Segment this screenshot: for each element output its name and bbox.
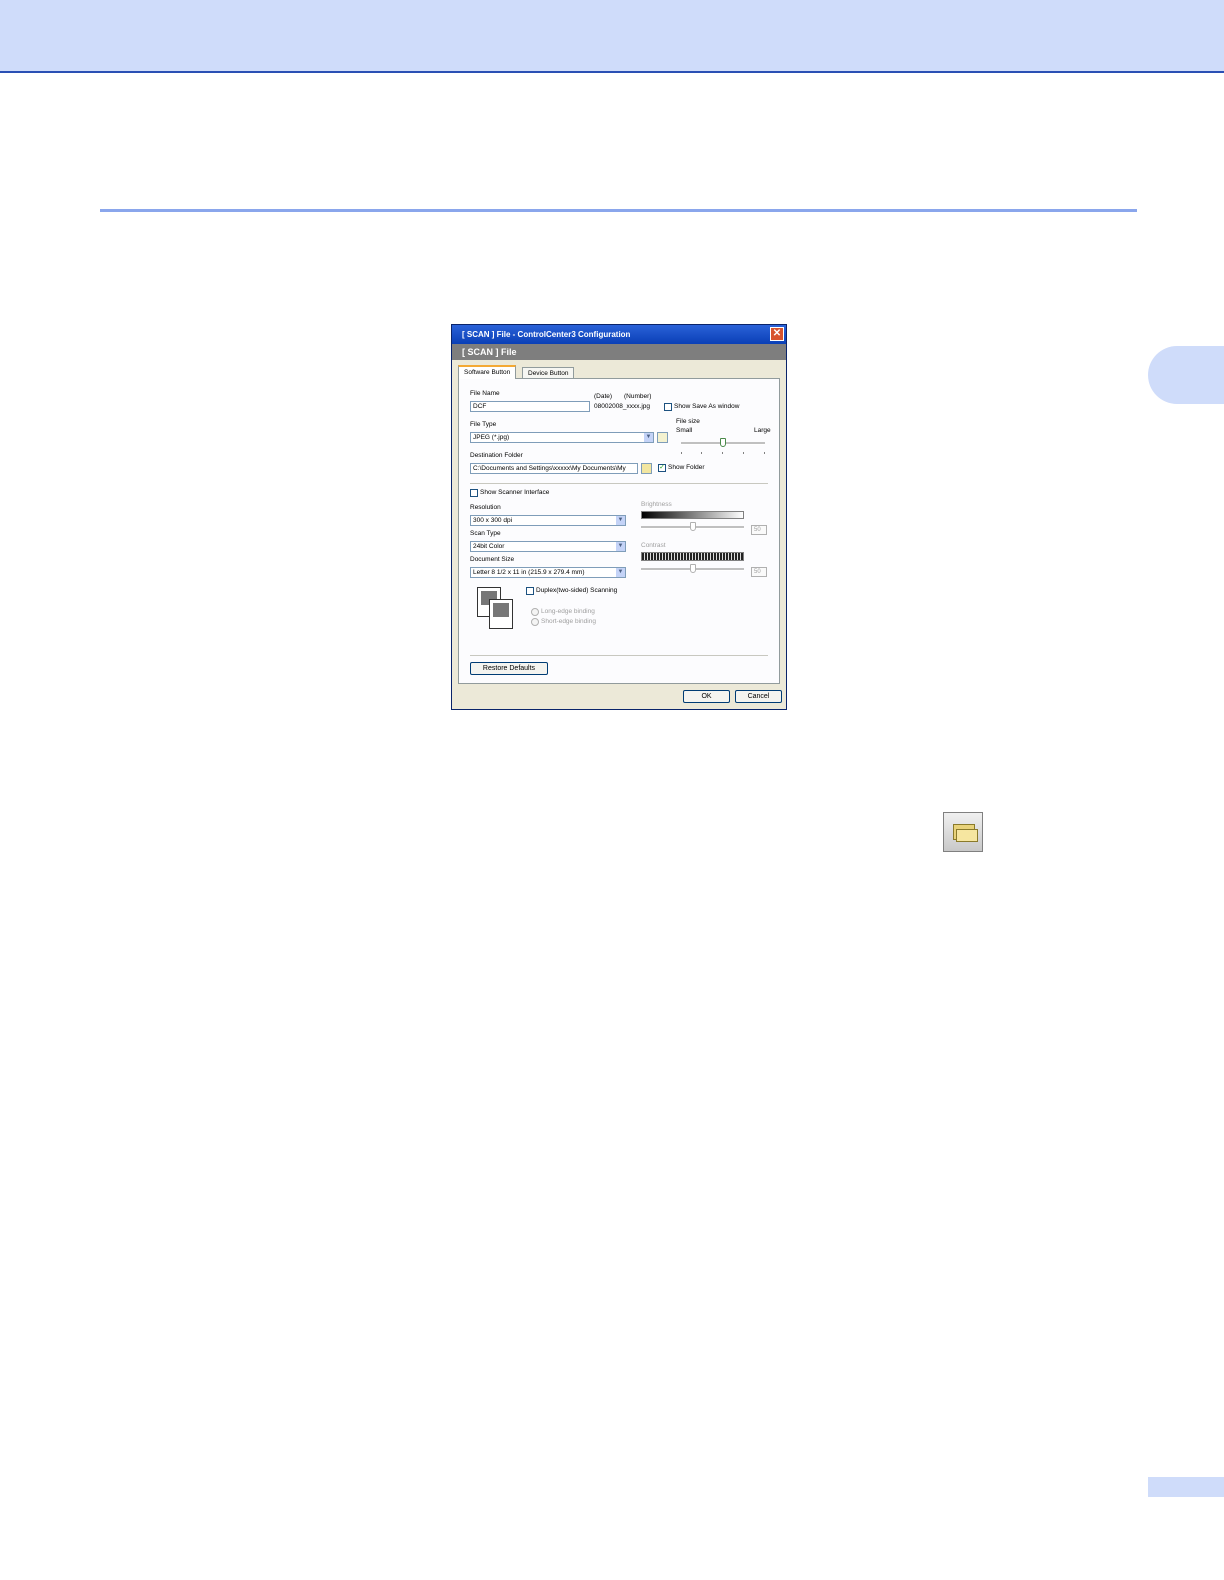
ok-button[interactable]: OK (683, 690, 730, 703)
duplex-checkbox[interactable] (526, 587, 534, 595)
show-scanner-interface-label: Show Scanner Interface (480, 489, 550, 496)
dropdown-arrow-icon: ▼ (616, 568, 625, 577)
short-edge-label: Short-edge binding (541, 618, 596, 625)
divider (470, 483, 768, 484)
file-size-large-label: Large (754, 427, 771, 434)
show-save-as-label: Show Save As window (674, 403, 740, 410)
cancel-button[interactable]: Cancel (735, 690, 782, 703)
long-edge-label: Long-edge binding (541, 608, 595, 615)
help-icon[interactable] (657, 432, 668, 443)
folder-browse-icon (943, 812, 983, 852)
section-rule (100, 209, 1137, 212)
contrast-label: Contrast (641, 542, 666, 549)
scan-type-select[interactable]: 24bit Color ▼ (470, 541, 626, 552)
show-save-as-checkbox[interactable] (664, 403, 672, 411)
contrast-pattern (641, 552, 744, 561)
page-header-band (0, 0, 1224, 73)
show-folder-label: Show Folder (668, 464, 705, 471)
long-edge-radio[interactable] (531, 608, 539, 616)
file-size-label: File size (676, 418, 700, 425)
file-name-label: File Name (470, 390, 500, 397)
file-type-select[interactable]: JPEG (*.jpg) ▼ (470, 432, 654, 443)
dropdown-arrow-icon: ▼ (616, 516, 625, 525)
brightness-gradient (641, 511, 744, 519)
file-type-value: JPEG (*.jpg) (473, 434, 510, 441)
destination-folder-label: Destination Folder (470, 452, 523, 459)
scan-file-configuration-dialog: [ SCAN ] File - ControlCenter3 Configura… (451, 324, 787, 710)
document-size-label: Document Size (470, 556, 515, 563)
file-size-small-label: Small (676, 427, 693, 434)
brightness-slider-thumb[interactable] (690, 522, 696, 531)
close-icon[interactable]: ✕ (770, 327, 784, 341)
dropdown-arrow-icon: ▼ (616, 542, 625, 551)
resolution-label: Resolution (470, 504, 501, 511)
folder-browse-icon[interactable] (641, 463, 652, 474)
tab-software-button[interactable]: Software Button (458, 365, 517, 379)
document-size-select[interactable]: Letter 8 1/2 x 11 in (215.9 x 279.4 mm) … (470, 567, 626, 578)
resolution-value: 300 x 300 dpi (473, 517, 513, 524)
file-size-slider-thumb[interactable] (720, 438, 726, 447)
scan-type-value: 24bit Color (473, 543, 505, 550)
short-edge-radio[interactable] (531, 618, 539, 626)
contrast-slider-thumb[interactable] (690, 564, 696, 573)
file-name-input[interactable]: DCF (470, 401, 590, 412)
file-size-ticks (681, 452, 765, 454)
contrast-value: 50 (751, 567, 767, 577)
date-label: (Date) (594, 393, 613, 400)
divider (470, 655, 768, 656)
number-label: (Number) (624, 393, 652, 400)
document-size-value: Letter 8 1/2 x 11 in (215.9 x 279.4 mm) (473, 569, 585, 576)
duplex-label: Duplex(two-sided) Scanning (536, 587, 618, 594)
brightness-label: Brightness (641, 501, 672, 508)
file-name-sample: 08002008_xxxx.jpg (594, 403, 651, 410)
file-type-label: File Type (470, 421, 497, 428)
dialog-title: [ SCAN ] File - ControlCenter3 Configura… (462, 330, 631, 339)
chapter-side-tab (1148, 346, 1224, 404)
brightness-value: 50 (751, 525, 767, 535)
resolution-select[interactable]: 300 x 300 dpi ▼ (470, 515, 626, 526)
destination-folder-input[interactable]: C:\Documents and Settings\xxxxx\My Docum… (470, 463, 638, 474)
restore-defaults-button[interactable]: Restore Defaults (470, 662, 548, 675)
duplex-pages-icon (477, 587, 513, 629)
show-scanner-interface-checkbox[interactable] (470, 489, 478, 497)
dialog-titlebar: [ SCAN ] File - ControlCenter3 Configura… (452, 325, 786, 344)
show-folder-checkbox[interactable]: ✓ (658, 464, 666, 472)
page-number-tab (1148, 1477, 1224, 1497)
dropdown-arrow-icon: ▼ (644, 433, 653, 442)
tab-panel: File Name DCF (Date) (Number) 08002008_x… (458, 378, 780, 684)
scan-type-label: Scan Type (470, 530, 501, 537)
dialog-subheader: [ SCAN ] File (452, 344, 786, 360)
